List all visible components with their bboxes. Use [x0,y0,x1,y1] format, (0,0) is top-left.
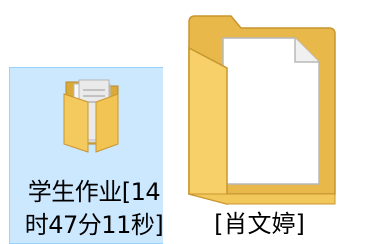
folder-with-papers-icon [63,79,119,153]
folder-item-xiao-wenting[interactable]: [肖文婷] [163,8,365,244]
folder-item-student-homework[interactable]: 学生作业[14 时47分11秒] [9,67,177,244]
folder-name-label: 学生作业[14 时47分11秒] [24,178,164,239]
folder-with-document-icon [188,15,336,205]
folder-name-label: [肖文婷] [214,210,305,238]
